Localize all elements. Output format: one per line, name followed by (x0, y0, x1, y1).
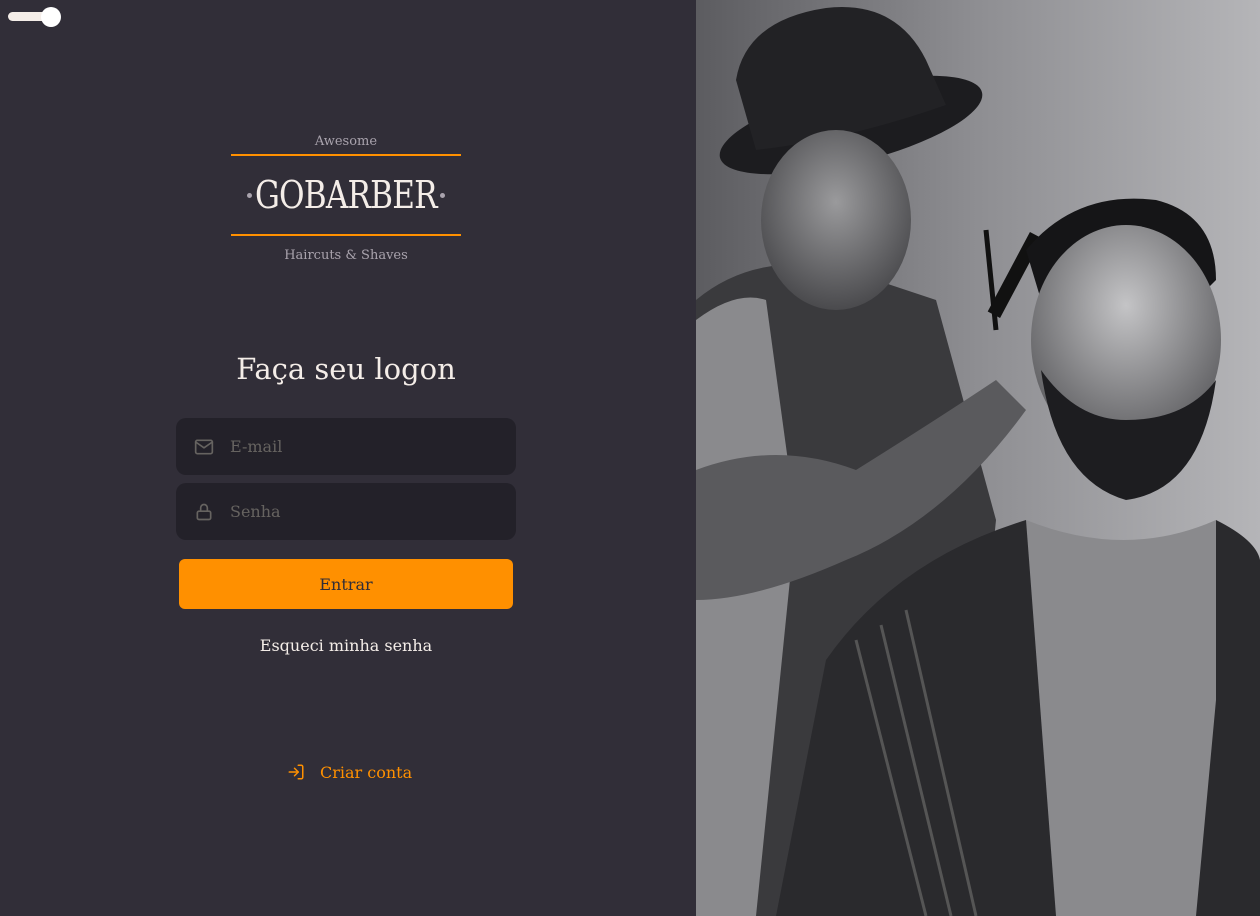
logo-rule-bottom (231, 234, 461, 236)
forgot-password-label: Esqueci minha senha (259, 636, 433, 655)
create-account-link[interactable]: Criar conta (287, 760, 412, 784)
barber-photo (696, 0, 1260, 916)
page-title: Faça seu logon (236, 352, 456, 386)
signin-button[interactable]: Entrar (179, 559, 513, 609)
signin-panel: Awesome GOBARBER Haircuts & Shaves Faça … (0, 0, 696, 916)
password-input[interactable] (230, 502, 516, 521)
logo-wordmark: GOBARBER (255, 173, 438, 217)
logo-dot-right (440, 193, 445, 198)
signin-page: Awesome GOBARBER Haircuts & Shaves Faça … (0, 0, 1260, 916)
logo-wordmark-row: GOBARBER (231, 156, 461, 234)
lock-icon (194, 502, 214, 522)
password-field[interactable] (176, 483, 516, 540)
log-in-icon (287, 763, 305, 781)
theme-toggle[interactable] (8, 7, 61, 27)
mail-icon (194, 437, 214, 457)
logo-tagline-top: Awesome (314, 134, 378, 149)
forgot-password-link[interactable]: Esqueci minha senha (0, 636, 692, 655)
logo-tagline-bottom: Haircuts & Shaves (284, 248, 408, 263)
logo: Awesome GOBARBER Haircuts & Shaves (231, 132, 461, 278)
email-field[interactable] (176, 418, 516, 475)
toggle-knob (41, 7, 61, 27)
hero-image (696, 0, 1260, 916)
email-input[interactable] (230, 437, 516, 456)
logo-dot-left (247, 193, 252, 198)
create-account-label: Criar conta (320, 762, 413, 782)
